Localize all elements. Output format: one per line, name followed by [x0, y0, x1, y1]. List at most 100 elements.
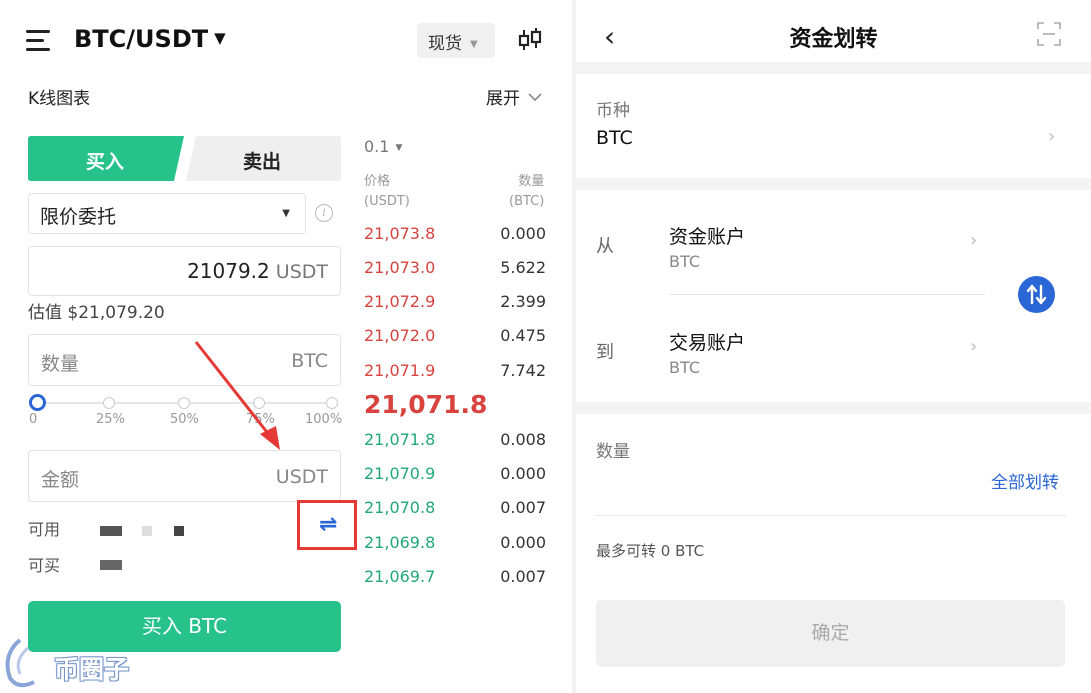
ask-row[interactable]: 21,072.9 2.399 [364, 292, 546, 316]
watermark-text: 币圈子 [54, 655, 130, 684]
bid-qty: 0.008 [500, 430, 546, 449]
bid-price: 21,070.9 [364, 464, 436, 483]
transfer-button[interactable]: ⇌ [297, 500, 357, 550]
from-account-selector[interactable] [576, 205, 996, 295]
from-account-coin: BTC [669, 252, 700, 271]
percentage-slider[interactable]: 0 25% 50% 75% 100% [28, 393, 343, 433]
ask-row[interactable]: 21,073.8 0.000 [364, 224, 546, 248]
caret-down-icon: ▼ [214, 29, 226, 47]
coin-selector[interactable] [576, 80, 1091, 180]
redacted-value [174, 526, 184, 536]
market-type-label: 现货 [428, 34, 462, 54]
price-unit: USDT [275, 261, 328, 283]
redacted-value [142, 526, 152, 536]
ask-qty: 2.399 [500, 292, 546, 311]
bid-row[interactable]: 21,070.9 0.000 [364, 464, 546, 488]
market-type-selector[interactable]: 现货 ▼ [417, 23, 495, 58]
bid-row[interactable]: 21,071.8 0.008 [364, 430, 546, 454]
to-account-coin: BTC [669, 358, 700, 377]
ask-price: 21,073.8 [364, 224, 436, 243]
tab-buy-label: 买入 [86, 151, 125, 173]
ask-price: 21,073.0 [364, 258, 436, 277]
divider [596, 515, 1067, 516]
max-transferable: 最多可转 0 BTC [596, 542, 705, 560]
from-account-name: 资金账户 [669, 226, 746, 248]
tab-sell-label: 卖出 [243, 151, 282, 173]
transfer-icon: ⇌ [319, 512, 338, 537]
qty-header-label: 数量 [518, 174, 545, 189]
bid-row[interactable]: 21,070.8 0.007 [364, 498, 546, 522]
price-header-unit: (USDT) [364, 194, 410, 209]
bid-qty: 0.000 [500, 533, 546, 552]
transfer-all-button[interactable]: 全部划转 [991, 468, 1059, 493]
trading-pair-label: BTC/USDT [74, 25, 209, 53]
bid-price: 21,071.8 [364, 430, 436, 449]
ask-price: 21,071.9 [364, 361, 436, 380]
bid-row[interactable]: 21,069.7 0.007 [364, 567, 546, 591]
chevron-right-icon: › [970, 336, 978, 357]
ask-qty: 5.622 [500, 258, 546, 277]
caret-down-icon: ▼ [282, 208, 290, 219]
trading-pair-selector[interactable]: BTC/USDT ▼ [74, 25, 226, 53]
chevron-right-icon: › [970, 230, 978, 251]
available-label: 可用 [28, 520, 61, 539]
amount-unit: USDT [275, 466, 328, 488]
quantity-unit: BTC [291, 350, 328, 372]
confirm-button[interactable]: 确定 [596, 600, 1065, 667]
scan-icon[interactable] [1037, 22, 1061, 46]
to-account-name: 交易账户 [669, 332, 746, 354]
can-buy-label: 可买 [28, 556, 61, 575]
info-icon[interactable]: i [315, 204, 333, 222]
ask-qty: 0.475 [500, 326, 546, 345]
section-gap [576, 178, 1091, 190]
ask-price: 21,072.9 [364, 292, 436, 311]
qty-header-unit: (BTC) [509, 194, 545, 209]
section-gap [576, 62, 1091, 74]
redacted-value [100, 560, 122, 570]
ask-qty: 0.000 [500, 224, 546, 243]
annotation-arrow [194, 341, 280, 450]
slider-handle[interactable] [29, 394, 46, 411]
ask-qty: 7.742 [500, 361, 546, 380]
watermark-swirl-icon [5, 638, 35, 688]
price-input[interactable]: 21079.2 USDT [28, 246, 341, 296]
chevron-down-icon [528, 93, 542, 102]
slider-stop-25[interactable] [103, 397, 115, 409]
bid-row[interactable]: 21,069.8 0.000 [364, 533, 546, 557]
slider-stop-100[interactable] [326, 397, 338, 409]
bid-price: 21,070.8 [364, 498, 436, 517]
orderbook-price-header: 价格 (USDT) [364, 172, 410, 212]
slider-stop-50[interactable] [178, 397, 190, 409]
ask-row[interactable]: 21,072.0 0.475 [364, 326, 546, 350]
to-label: 到 [596, 342, 614, 363]
candlestick-icon[interactable] [516, 26, 544, 54]
menu-icon[interactable] [26, 30, 50, 51]
bid-qty: 0.007 [500, 498, 546, 517]
caret-down-icon: ▼ [395, 143, 403, 153]
amount-input[interactable]: 金额 USDT [28, 450, 341, 502]
slider-label: 100% [305, 412, 343, 427]
transfer-quantity-input[interactable] [596, 460, 976, 500]
bid-qty: 0.007 [500, 567, 546, 586]
depth-value: 0.1 [364, 137, 390, 156]
divider [669, 294, 985, 295]
slider-label: 0 [29, 412, 38, 427]
expand-chart-button[interactable]: 展开 [486, 84, 542, 109]
depth-selector[interactable]: 0.1 ▼ [364, 137, 402, 156]
estimated-value: 估值 $21,079.20 [28, 303, 165, 323]
quantity-input[interactable]: 数量 BTC [28, 334, 341, 386]
chevron-right-icon: › [1048, 126, 1056, 147]
swap-accounts-button[interactable] [1018, 276, 1055, 313]
to-account-selector[interactable] [576, 310, 996, 400]
caret-down-icon: ▼ [470, 39, 478, 50]
coin-value: BTC [596, 127, 633, 149]
ask-row[interactable]: 21,073.0 5.622 [364, 258, 546, 282]
tab-buy[interactable]: 买入 [28, 136, 184, 181]
swap-vertical-icon [1026, 284, 1047, 305]
order-type-select[interactable]: 限价委托 ▼ [28, 193, 306, 234]
order-type-value: 限价委托 [40, 206, 117, 228]
quantity-label: 数量 [596, 442, 630, 462]
tab-sell[interactable]: 卖出 [186, 136, 341, 181]
price-header-label: 价格 [364, 174, 391, 189]
ask-row[interactable]: 21,071.9 7.742 [364, 361, 546, 385]
